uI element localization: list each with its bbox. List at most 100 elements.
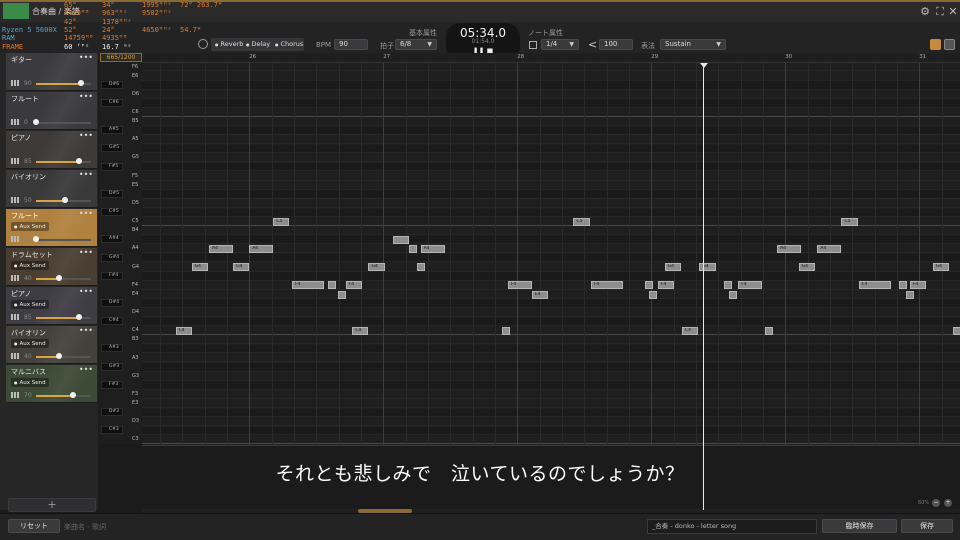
note-g4[interactable]: G4 <box>191 263 208 272</box>
volume-slider[interactable] <box>36 314 91 320</box>
volume-slider[interactable] <box>36 392 91 398</box>
note-c4[interactable] <box>502 326 511 335</box>
track-7[interactable]: ピアノ ••• Aux Send 85 <box>6 287 97 325</box>
aux-send-tag[interactable]: Aux Send <box>11 378 49 387</box>
track-3[interactable]: ピアノ ••• 85 <box>6 131 97 169</box>
black-key[interactable]: A#4 <box>101 235 123 244</box>
note-a4[interactable] <box>408 245 417 254</box>
note-c4[interactable] <box>952 326 960 335</box>
note-f4[interactable]: F4 <box>507 281 532 290</box>
black-key[interactable]: F#3 <box>101 380 123 389</box>
note-f4[interactable]: F4 <box>345 281 362 290</box>
playhead[interactable] <box>703 63 704 510</box>
fullscreen-icon[interactable]: ⛶ <box>933 5 947 19</box>
black-key[interactable]: G#4 <box>101 253 123 262</box>
black-key[interactable]: F#5 <box>101 162 123 171</box>
note-a4[interactable]: A4 <box>209 245 234 254</box>
piano-roll-grid[interactable]: C4 G4 A4 G4 A4 C5 F4 F4 C4 G4 A4 F4 E4 C5 F4 F4 G4 C4 G4 F4… <box>142 63 960 445</box>
black-key[interactable]: G#3 <box>101 362 123 371</box>
note-a4[interactable]: A4 <box>249 245 274 254</box>
volume-slider[interactable] <box>36 80 91 86</box>
note-e4[interactable] <box>337 290 346 299</box>
more-icon[interactable]: ••• <box>79 170 93 179</box>
note-g4[interactable]: G4 <box>368 263 385 272</box>
track-2[interactable]: フルート ••• 0 <box>6 92 97 130</box>
note-e4[interactable] <box>905 290 914 299</box>
beat-select[interactable]: 6/8 ▼ <box>395 39 437 50</box>
reverb-toggle[interactable]: Reverb <box>215 40 244 48</box>
expression-select[interactable]: Sustain ▼ <box>660 39 726 50</box>
pencil-tool-icon[interactable] <box>930 39 941 50</box>
black-key[interactable]: C#3 <box>101 426 123 435</box>
volume-slider-knob[interactable] <box>75 314 82 320</box>
black-key[interactable]: F#4 <box>101 271 123 280</box>
note-c5[interactable]: C5 <box>841 217 858 226</box>
volume-slider-knob[interactable] <box>61 197 68 203</box>
volume-slider[interactable] <box>36 353 91 359</box>
note-a4[interactable]: A4 <box>420 245 445 254</box>
note-f4[interactable]: F4 <box>657 281 674 290</box>
note-f4[interactable]: F4 <box>590 281 624 290</box>
note-e4[interactable]: E4 <box>531 290 549 299</box>
note-a4[interactable]: A4 <box>777 245 802 254</box>
measure-ruler[interactable]: 26 27 28 29 30 31 <box>99 53 960 63</box>
note-f4[interactable]: F4 <box>858 281 892 290</box>
track-5[interactable]: フルート ••• Aux Send 0 <box>6 209 97 247</box>
grid-icon[interactable] <box>529 41 537 49</box>
black-key[interactable]: C#6 <box>101 98 123 107</box>
more-icon[interactable]: ••• <box>79 365 93 374</box>
volume-slider[interactable] <box>36 158 91 164</box>
black-key[interactable]: D#6 <box>101 80 123 89</box>
track-9[interactable]: マルニバス ••• Aux Send 70 <box>6 365 97 403</box>
note-g4[interactable]: G4 <box>798 263 815 272</box>
save-button[interactable]: 保存 <box>901 519 953 533</box>
note-c4[interactable]: C4 <box>175 326 192 335</box>
more-icon[interactable]: ••• <box>79 287 93 296</box>
black-key[interactable]: G#5 <box>101 144 123 153</box>
more-icon[interactable]: ••• <box>79 53 93 62</box>
volume-slider[interactable] <box>33 119 91 125</box>
note-c5[interactable]: C5 <box>273 217 290 226</box>
black-key[interactable]: C#5 <box>101 208 123 217</box>
more-icon[interactable]: ••• <box>79 326 93 335</box>
volume-slider[interactable] <box>36 197 91 203</box>
more-icon[interactable]: ••• <box>79 209 93 218</box>
volume-slider[interactable] <box>33 236 91 242</box>
aux-send-tag[interactable]: Aux Send <box>11 339 49 348</box>
volume-slider-knob[interactable] <box>33 236 39 242</box>
note-e4[interactable] <box>648 290 657 299</box>
note-g4[interactable]: G4 <box>932 263 949 272</box>
zoom-in-button[interactable]: + <box>944 499 952 507</box>
settings-icon[interactable]: ⚙ <box>918 5 932 19</box>
more-icon[interactable]: ••• <box>79 131 93 140</box>
aux-send-tag[interactable]: Aux Send <box>11 222 49 231</box>
black-key[interactable]: D#4 <box>101 298 123 307</box>
note-f4[interactable] <box>328 281 337 290</box>
effects-icon[interactable] <box>198 39 208 49</box>
black-key[interactable]: D#3 <box>101 408 123 417</box>
volume-slider-knob[interactable] <box>75 158 82 164</box>
note-g4[interactable]: G4 <box>664 263 681 272</box>
black-key[interactable]: D#5 <box>101 189 123 198</box>
track-4[interactable]: バイオリン ••• 50 <box>6 170 97 208</box>
track-1[interactable]: ギター ••• 90 <box>6 53 97 91</box>
track-8[interactable]: バイオリン ••• Aux Send 40 <box>6 326 97 364</box>
black-key[interactable]: C#4 <box>101 317 123 326</box>
aux-send-tag[interactable]: Aux Send <box>11 300 49 309</box>
note-asharp4[interactable] <box>392 236 409 244</box>
select-tool-icon[interactable] <box>944 39 955 50</box>
note-g4[interactable]: G4 <box>233 263 250 272</box>
more-icon[interactable]: ••• <box>79 248 93 257</box>
note-f4[interactable]: F4 <box>909 281 926 290</box>
note-g4[interactable]: G4 <box>699 263 716 272</box>
playhead-marker[interactable] <box>700 63 708 68</box>
quantize-select[interactable]: 1/4 ▼ <box>541 39 579 50</box>
note-c4[interactable] <box>765 326 774 335</box>
note-a4[interactable]: A4 <box>817 245 842 254</box>
aux-send-tag[interactable]: Aux Send <box>11 261 49 270</box>
note-c5[interactable]: C5 <box>573 217 590 226</box>
piano-keys[interactable]: F6 E6 D#6 D6 C#6 C6 B5 A#5 A5 G#5 G5 F#5 F5 E5 D#5 D5 C#… <box>99 62 142 444</box>
note-f4[interactable]: F4 <box>292 281 325 290</box>
track-6[interactable]: ドラムセット ••• Aux Send 40 <box>6 248 97 286</box>
note-f4[interactable] <box>899 281 908 290</box>
